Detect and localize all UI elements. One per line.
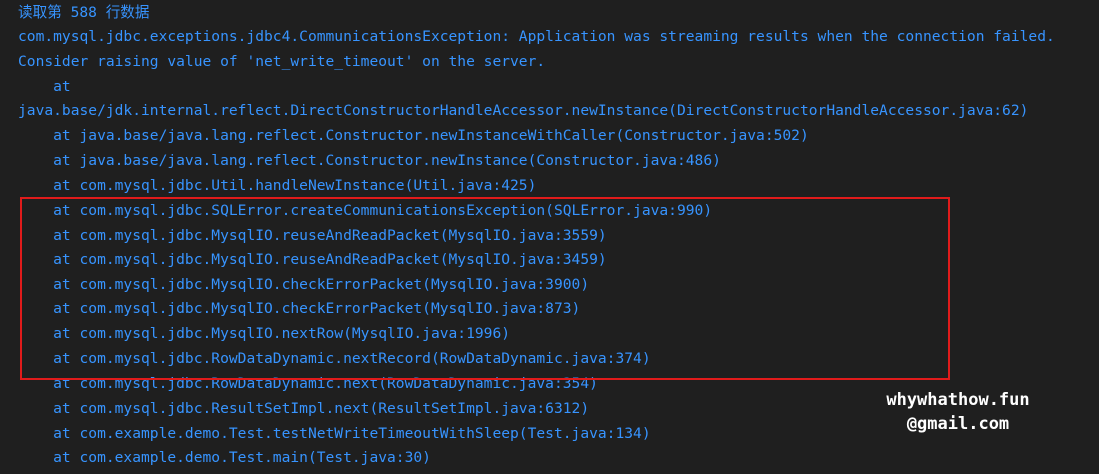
stack-frame-line-highlighted: at com.mysql.jdbc.MysqlIO.nextRow(MysqlI…	[18, 325, 511, 342]
stack-frame-line-highlighted: at com.mysql.jdbc.MysqlIO.reuseAndReadPa…	[18, 227, 607, 244]
stack-frame-line-highlighted: at com.mysql.jdbc.MysqlIO.checkErrorPack…	[18, 276, 590, 293]
stack-frame-line-highlighted: at com.mysql.jdbc.SQLError.createCommuni…	[18, 202, 713, 219]
stack-frame-line: at	[18, 78, 71, 95]
stack-frame-line: at com.mysql.jdbc.RowDataDynamic.next(Ro…	[18, 375, 598, 392]
stack-frame-line: at com.example.demo.Test.testNetWriteTim…	[18, 425, 651, 442]
stack-frame-line: java.base/jdk.internal.reflect.DirectCon…	[18, 102, 1029, 119]
stack-frame-line: at java.base/java.lang.reflect.Construct…	[18, 152, 721, 169]
console-output: 读取第 588 行数据 com.mysql.jdbc.exceptions.jd…	[0, 0, 1099, 474]
console-line-exception: com.mysql.jdbc.exceptions.jdbc4.Communic…	[18, 28, 1055, 45]
stack-frame-line-highlighted: at com.mysql.jdbc.MysqlIO.reuseAndReadPa…	[18, 251, 607, 268]
stack-frame-line: at com.mysql.jdbc.Util.handleNewInstance…	[18, 177, 537, 194]
stack-frame-line-highlighted: at com.mysql.jdbc.RowDataDynamic.nextRec…	[18, 350, 651, 367]
console-line-exception-detail: Consider raising value of 'net_write_tim…	[18, 53, 546, 70]
stack-frame-line: at java.base/java.lang.reflect.Construct…	[18, 127, 809, 144]
console-line-status: 读取第 588 行数据	[18, 4, 150, 21]
stack-frame-line-highlighted: at com.mysql.jdbc.MysqlIO.checkErrorPack…	[18, 300, 581, 317]
stack-frame-line: at com.example.demo.Test.main(Test.java:…	[18, 449, 431, 466]
stack-frame-line: at com.mysql.jdbc.ResultSetImpl.next(Res…	[18, 400, 590, 417]
